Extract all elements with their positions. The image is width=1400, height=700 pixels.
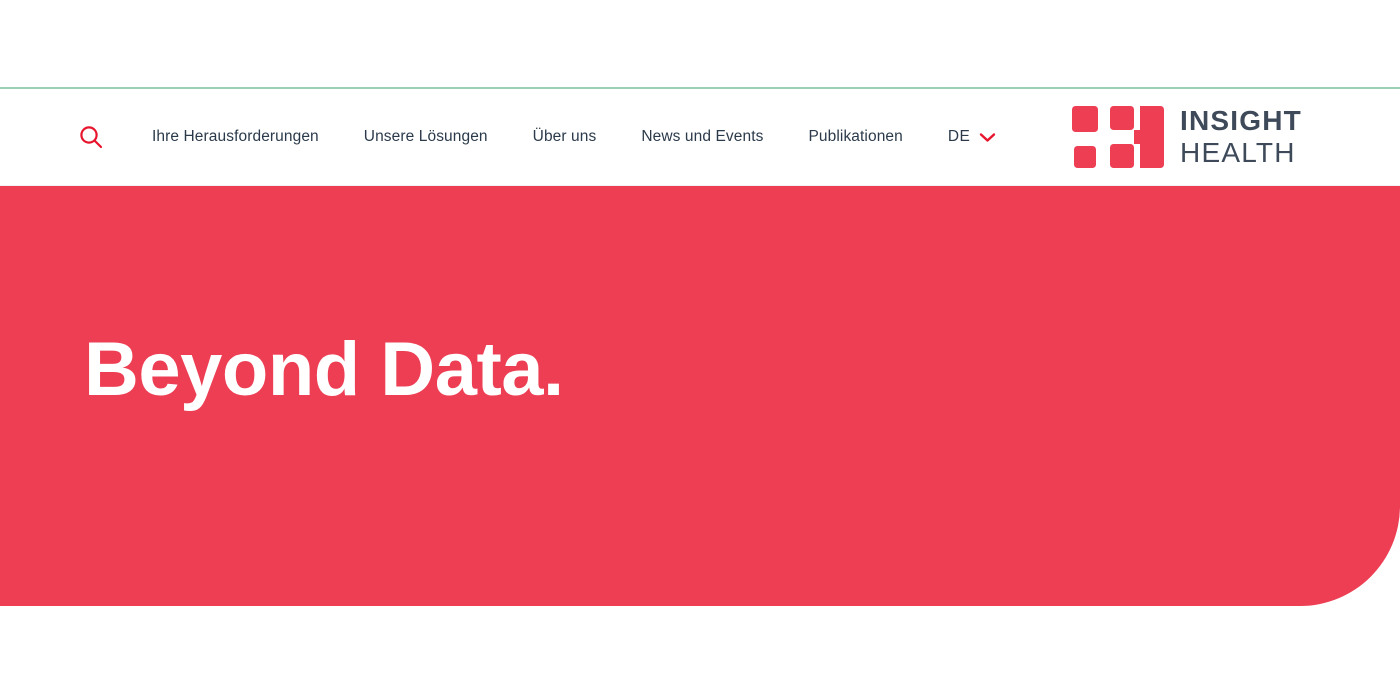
main-navigation: Ihre Herausforderungen Unsere Lösungen Ü… — [152, 128, 996, 146]
below-hero-area — [0, 606, 1400, 700]
language-current-label: DE — [947, 128, 971, 145]
top-blank-strip — [0, 0, 1400, 88]
search-icon — [80, 126, 103, 149]
insight-health-logo-mark — [1072, 106, 1165, 168]
site-logo[interactable]: INSIGHT HEALTH — [1072, 106, 1302, 168]
nav-item-publikationen[interactable]: Publikationen — [808, 128, 902, 146]
nav-item-unsere-loesungen[interactable]: Unsere Lösungen — [364, 128, 488, 146]
nav-item-ihre-herausforderungen[interactable]: Ihre Herausforderungen — [152, 128, 319, 146]
page-root: Ihre Herausforderungen Unsere Lösungen Ü… — [0, 0, 1400, 700]
site-header: Ihre Herausforderungen Unsere Lösungen Ü… — [0, 89, 1400, 186]
chevron-down-icon — [980, 132, 996, 142]
language-switcher[interactable]: DE — [948, 128, 996, 146]
logo-word-insight: INSIGHT — [1180, 105, 1302, 136]
logo-wordmark: INSIGHT HEALTH — [1180, 107, 1302, 167]
hero-headline: Beyond Data. — [84, 327, 564, 412]
logo-word-health: HEALTH — [1180, 137, 1296, 168]
nav-item-ueber-uns[interactable]: Über uns — [533, 128, 597, 146]
search-button[interactable] — [74, 120, 108, 154]
hero-banner: Beyond Data. — [0, 186, 1400, 606]
nav-item-news-und-events[interactable]: News und Events — [641, 128, 763, 146]
